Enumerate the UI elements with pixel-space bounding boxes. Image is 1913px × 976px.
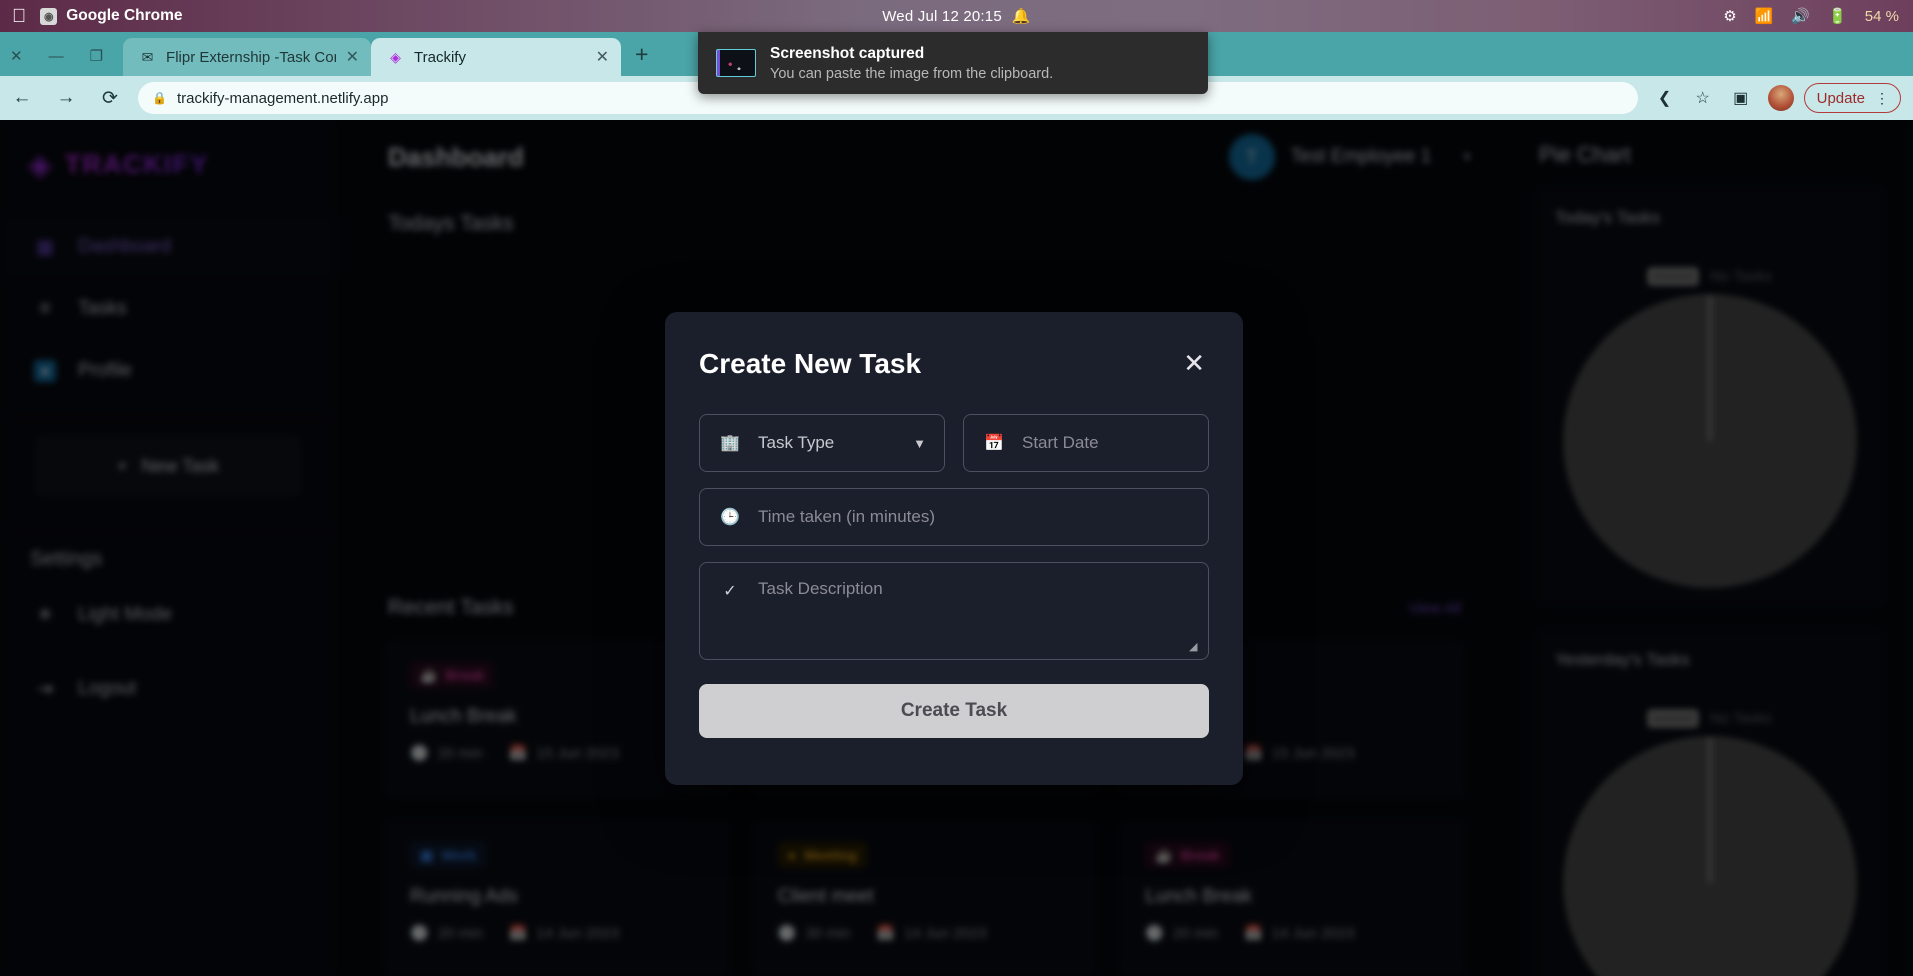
tab-close-icon[interactable]: ✕ <box>596 47 609 67</box>
tab-close-icon[interactable]: ✕ <box>346 47 359 67</box>
chevron-down-icon[interactable]: ▼ <box>913 436 926 451</box>
profile-avatar[interactable] <box>1768 85 1794 111</box>
update-button[interactable]: Update ⋮ <box>1804 83 1901 113</box>
update-label: Update <box>1817 90 1865 107</box>
wifi-icon[interactable]: 📶 <box>1755 7 1774 25</box>
lock-icon: 🔒 <box>152 91 167 105</box>
new-tab-button[interactable]: + <box>621 41 662 76</box>
resize-grip-icon[interactable]: ◢ <box>1189 640 1199 650</box>
active-app-indicator[interactable]: ◉ Google Chrome <box>40 7 182 25</box>
create-task-label: Create Task <box>901 700 1007 722</box>
tab-title: Flipr Externship -Task Com <box>166 49 336 66</box>
system-tray[interactable]: ⚙ 📶 🔊 🔋 54 % <box>1723 7 1899 25</box>
system-clock: Wed Jul 12 20:15 <box>882 8 1002 25</box>
trackify-icon: ◈ <box>387 49 404 66</box>
toast-text: Screenshot captured You can paste the im… <box>770 45 1053 82</box>
star-icon[interactable]: ☆ <box>1686 82 1720 114</box>
screenshot-toast[interactable]: Screenshot captured You can paste the im… <box>698 32 1208 94</box>
task-type-select[interactable]: 🏢 Task Type ▼ <box>699 414 945 472</box>
toast-subtitle: You can paste the image from the clipboa… <box>770 66 1053 82</box>
url-text: trackify-management.netlify.app <box>177 90 389 107</box>
window-minimize-icon[interactable]: — <box>49 49 64 64</box>
app-viewport: ◈ TRACKIFY ▦ Dashboard ≡ Tasks ☻ Profile… <box>0 120 1913 976</box>
task-type-value: Task Type <box>758 433 897 453</box>
battery-icon[interactable]: 🔋 <box>1828 7 1847 25</box>
reload-icon[interactable]: ⟳ <box>88 87 132 110</box>
forward-icon[interactable]: → <box>44 87 88 109</box>
notification-bell-icon[interactable]: 🔔 <box>1012 7 1031 25</box>
gmail-icon: ✉ <box>139 49 156 66</box>
browser-tab-trackify[interactable]: ◈ Trackify ✕ <box>371 38 621 76</box>
back-icon[interactable]: ← <box>0 87 44 109</box>
system-bar-left:  ◉ Google Chrome <box>0 7 183 26</box>
window-controls[interactable]: ✕ — ❐ <box>0 49 123 76</box>
active-app-label: Google Chrome <box>66 7 182 25</box>
window-close-icon[interactable]: ✕ <box>10 49 23 64</box>
modal-title: Create New Task <box>699 348 921 380</box>
apple-logo-icon[interactable]:  <box>12 7 26 26</box>
volume-icon[interactable]: 🔊 <box>1791 7 1810 25</box>
calendar-icon: 📅 <box>982 431 1006 455</box>
start-date-input[interactable]: 📅 Start Date <box>963 414 1209 472</box>
side-panel-icon[interactable]: ▣ <box>1724 82 1758 114</box>
task-check-icon: ✓ <box>718 579 742 603</box>
chrome-icon: ◉ <box>40 8 57 25</box>
task-description-placeholder: Task Description <box>758 579 1190 643</box>
share-icon[interactable]: ❮ <box>1648 82 1682 114</box>
ubuntu-system-bar:  ◉ Google Chrome Wed Jul 12 20:15 🔔 ⚙ 📶… <box>0 0 1913 32</box>
kebab-menu-icon[interactable]: ⋮ <box>1875 90 1888 107</box>
close-icon[interactable]: ✕ <box>1179 348 1209 378</box>
task-description-input[interactable]: ✓ Task Description ◢ <box>699 562 1209 660</box>
modal-row-type-date: 🏢 Task Type ▼ 📅 Start Date <box>699 414 1209 472</box>
create-task-modal: Create New Task ✕ 🏢 Task Type ▼ 📅 Start … <box>665 312 1243 785</box>
browser-tab-gmail[interactable]: ✉ Flipr Externship -Task Com ✕ <box>123 38 371 76</box>
system-clock-area[interactable]: Wed Jul 12 20:15 🔔 <box>797 7 1117 25</box>
time-taken-placeholder: Time taken (in minutes) <box>758 507 1190 527</box>
settings-gear-icon[interactable]: ⚙ <box>1723 7 1736 25</box>
tab-title: Trackify <box>414 49 586 66</box>
clock-filled-icon: 🕒 <box>718 505 742 529</box>
battery-percent: 54 % <box>1865 8 1899 25</box>
modal-header: Create New Task ✕ <box>699 348 1209 380</box>
toast-title: Screenshot captured <box>770 45 1053 63</box>
time-taken-input[interactable]: 🕒 Time taken (in minutes) <box>699 488 1209 546</box>
screenshot-thumbnail-icon <box>716 49 756 77</box>
window-restore-icon[interactable]: ❐ <box>90 49 103 64</box>
toolbar-actions: ❮ ☆ ▣ Update ⋮ <box>1648 82 1913 114</box>
start-date-placeholder: Start Date <box>1022 433 1190 453</box>
building-icon: 🏢 <box>718 431 742 455</box>
create-task-submit-button[interactable]: Create Task <box>699 684 1209 738</box>
